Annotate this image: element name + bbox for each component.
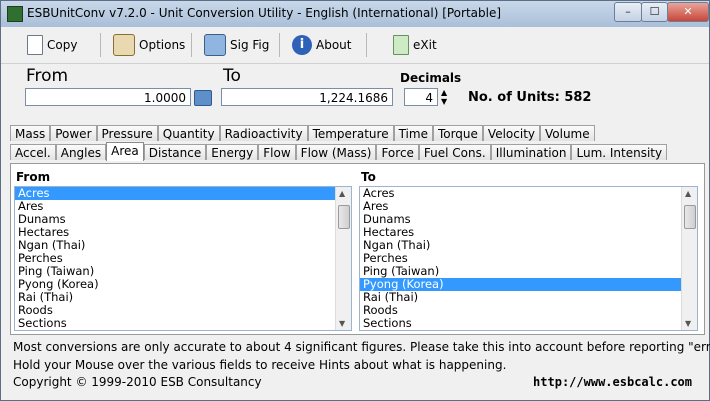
list-item[interactable]: Sections (15, 317, 351, 330)
window-title: ESBUnitConv v7.2.0 - Unit Conversion Uti… (27, 6, 502, 20)
tab-quantity[interactable]: Quantity (157, 125, 220, 141)
scroll-thumb[interactable] (684, 205, 696, 229)
tab-accel[interactable]: Accel. (10, 144, 56, 160)
status-line-2: Hold your Mouse over the various fields … (13, 358, 507, 372)
tab-velocity[interactable]: Velocity (482, 125, 540, 141)
list-item[interactable]: Sections (360, 317, 697, 330)
scroll-up-icon[interactable]: ▲ (339, 189, 345, 198)
maximize-button[interactable]: ☐ (641, 2, 668, 22)
status-line-1: Most conversions are only accurate to ab… (13, 340, 710, 354)
scroll-down-icon[interactable]: ▼ (685, 319, 691, 328)
decimals-input[interactable]: 4 (404, 88, 438, 106)
conversion-panel: From To Acres Ares Dunams Hectares Ngan (Tha… (10, 163, 705, 335)
tab-distance[interactable]: Distance (143, 144, 207, 160)
tab-flow-mass[interactable]: Flow (Mass) (295, 144, 377, 160)
tab-torque[interactable]: Torque (432, 125, 483, 141)
app-window: ESBUnitConv v7.2.0 - Unit Conversion Uti… (0, 0, 710, 401)
from-value-input[interactable]: 1.0000 (25, 88, 191, 106)
tab-temperature[interactable]: Temperature (307, 125, 394, 141)
tab-row-1: Mass Power Pressure Quantity Radioactivity Te… (10, 125, 595, 142)
options-button[interactable]: Options (113, 31, 185, 59)
options-icon (113, 34, 135, 56)
toolbar-separator (279, 33, 280, 57)
tab-angles[interactable]: Angles (55, 144, 107, 160)
scroll-thumb[interactable] (338, 205, 350, 229)
from-list-scrollbar[interactable]: ▲ ▼ (335, 187, 351, 330)
sigfig-button[interactable]: Sig Fig (204, 31, 269, 59)
tab-radioactivity[interactable]: Radioactivity (219, 125, 308, 141)
options-label: Options (139, 38, 186, 52)
to-list-scrollbar[interactable]: ▲ ▼ (681, 187, 697, 330)
tab-fuel-cons[interactable]: Fuel Cons. (418, 144, 491, 160)
tab-flow[interactable]: Flow (258, 144, 296, 160)
tab-area[interactable]: Area (106, 142, 144, 161)
tab-power[interactable]: Power (50, 125, 97, 141)
app-icon (7, 6, 23, 22)
close-button[interactable]: ✕ (667, 2, 709, 22)
title-bar: ESBUnitConv v7.2.0 - Unit Conversion Uti… (1, 1, 709, 27)
about-button[interactable]: i About (292, 31, 351, 59)
list-item[interactable]: Acres (360, 187, 697, 200)
copyright-text: Copyright © 1999-2010 ESB Consultancy (13, 375, 262, 389)
tab-illumination[interactable]: Illumination (490, 144, 572, 160)
toolbar-separator (100, 33, 101, 57)
copy-button[interactable]: Copy (27, 31, 77, 59)
from-label: From (26, 66, 69, 86)
to-unit-list[interactable]: Acres Ares Dunams Hectares Ngan (Thai) Perche… (359, 186, 698, 331)
copy-icon (27, 35, 43, 55)
scroll-up-icon[interactable]: ▲ (685, 189, 691, 198)
list-item[interactable]: Acres (15, 187, 351, 200)
list-item[interactable]: Rai (Thai) (360, 291, 697, 304)
info-icon: i (292, 35, 312, 55)
toolbar-separator (366, 33, 367, 57)
list-item[interactable]: Ngan (Thai) (15, 239, 351, 252)
units-count: No. of Units: 582 (468, 90, 592, 105)
to-list-header: To (361, 170, 376, 184)
scroll-down-icon[interactable]: ▼ (339, 319, 345, 328)
tab-volume[interactable]: Volume (540, 125, 595, 141)
spin-up-icon[interactable]: ▲ (441, 89, 447, 97)
sigfig-label: Sig Fig (230, 38, 270, 52)
tab-energy[interactable]: Energy (206, 144, 259, 160)
copy-label: Copy (47, 38, 78, 52)
decimals-label: Decimals (400, 71, 462, 85)
tab-mass[interactable]: Mass (10, 125, 51, 141)
from-list-header: From (16, 170, 51, 184)
spin-down-icon[interactable]: ▼ (441, 98, 447, 106)
about-label: About (316, 38, 352, 52)
minimize-button[interactable]: – (614, 2, 642, 22)
toolbar-separator (191, 33, 192, 57)
exit-label: eXit (413, 38, 437, 52)
tab-row-2: Accel. Angles Area Distance Energy Flow Flow (… (10, 142, 668, 161)
tab-force[interactable]: Force (376, 144, 419, 160)
tab-time[interactable]: Time (393, 125, 433, 141)
exit-icon (393, 35, 409, 55)
sigfig-icon (204, 34, 226, 56)
list-item[interactable]: Ngan (Thai) (360, 239, 697, 252)
tab-pressure[interactable]: Pressure (96, 125, 158, 141)
calculator-icon[interactable] (194, 90, 212, 106)
list-item[interactable]: Rai (Thai) (15, 291, 351, 304)
to-value-input[interactable]: 1,224.1686 (221, 88, 393, 106)
to-label: To (223, 66, 241, 86)
toolbar: Copy Options Sig Fig i About eXit (1, 27, 709, 64)
from-unit-list[interactable]: Acres Ares Dunams Hectares Ngan (Thai) Perche… (14, 186, 352, 331)
tab-lum-intensity[interactable]: Lum. Intensity (571, 144, 668, 160)
website-link[interactable]: http://www.esbcalc.com (533, 375, 692, 389)
exit-button[interactable]: eXit (393, 31, 437, 59)
